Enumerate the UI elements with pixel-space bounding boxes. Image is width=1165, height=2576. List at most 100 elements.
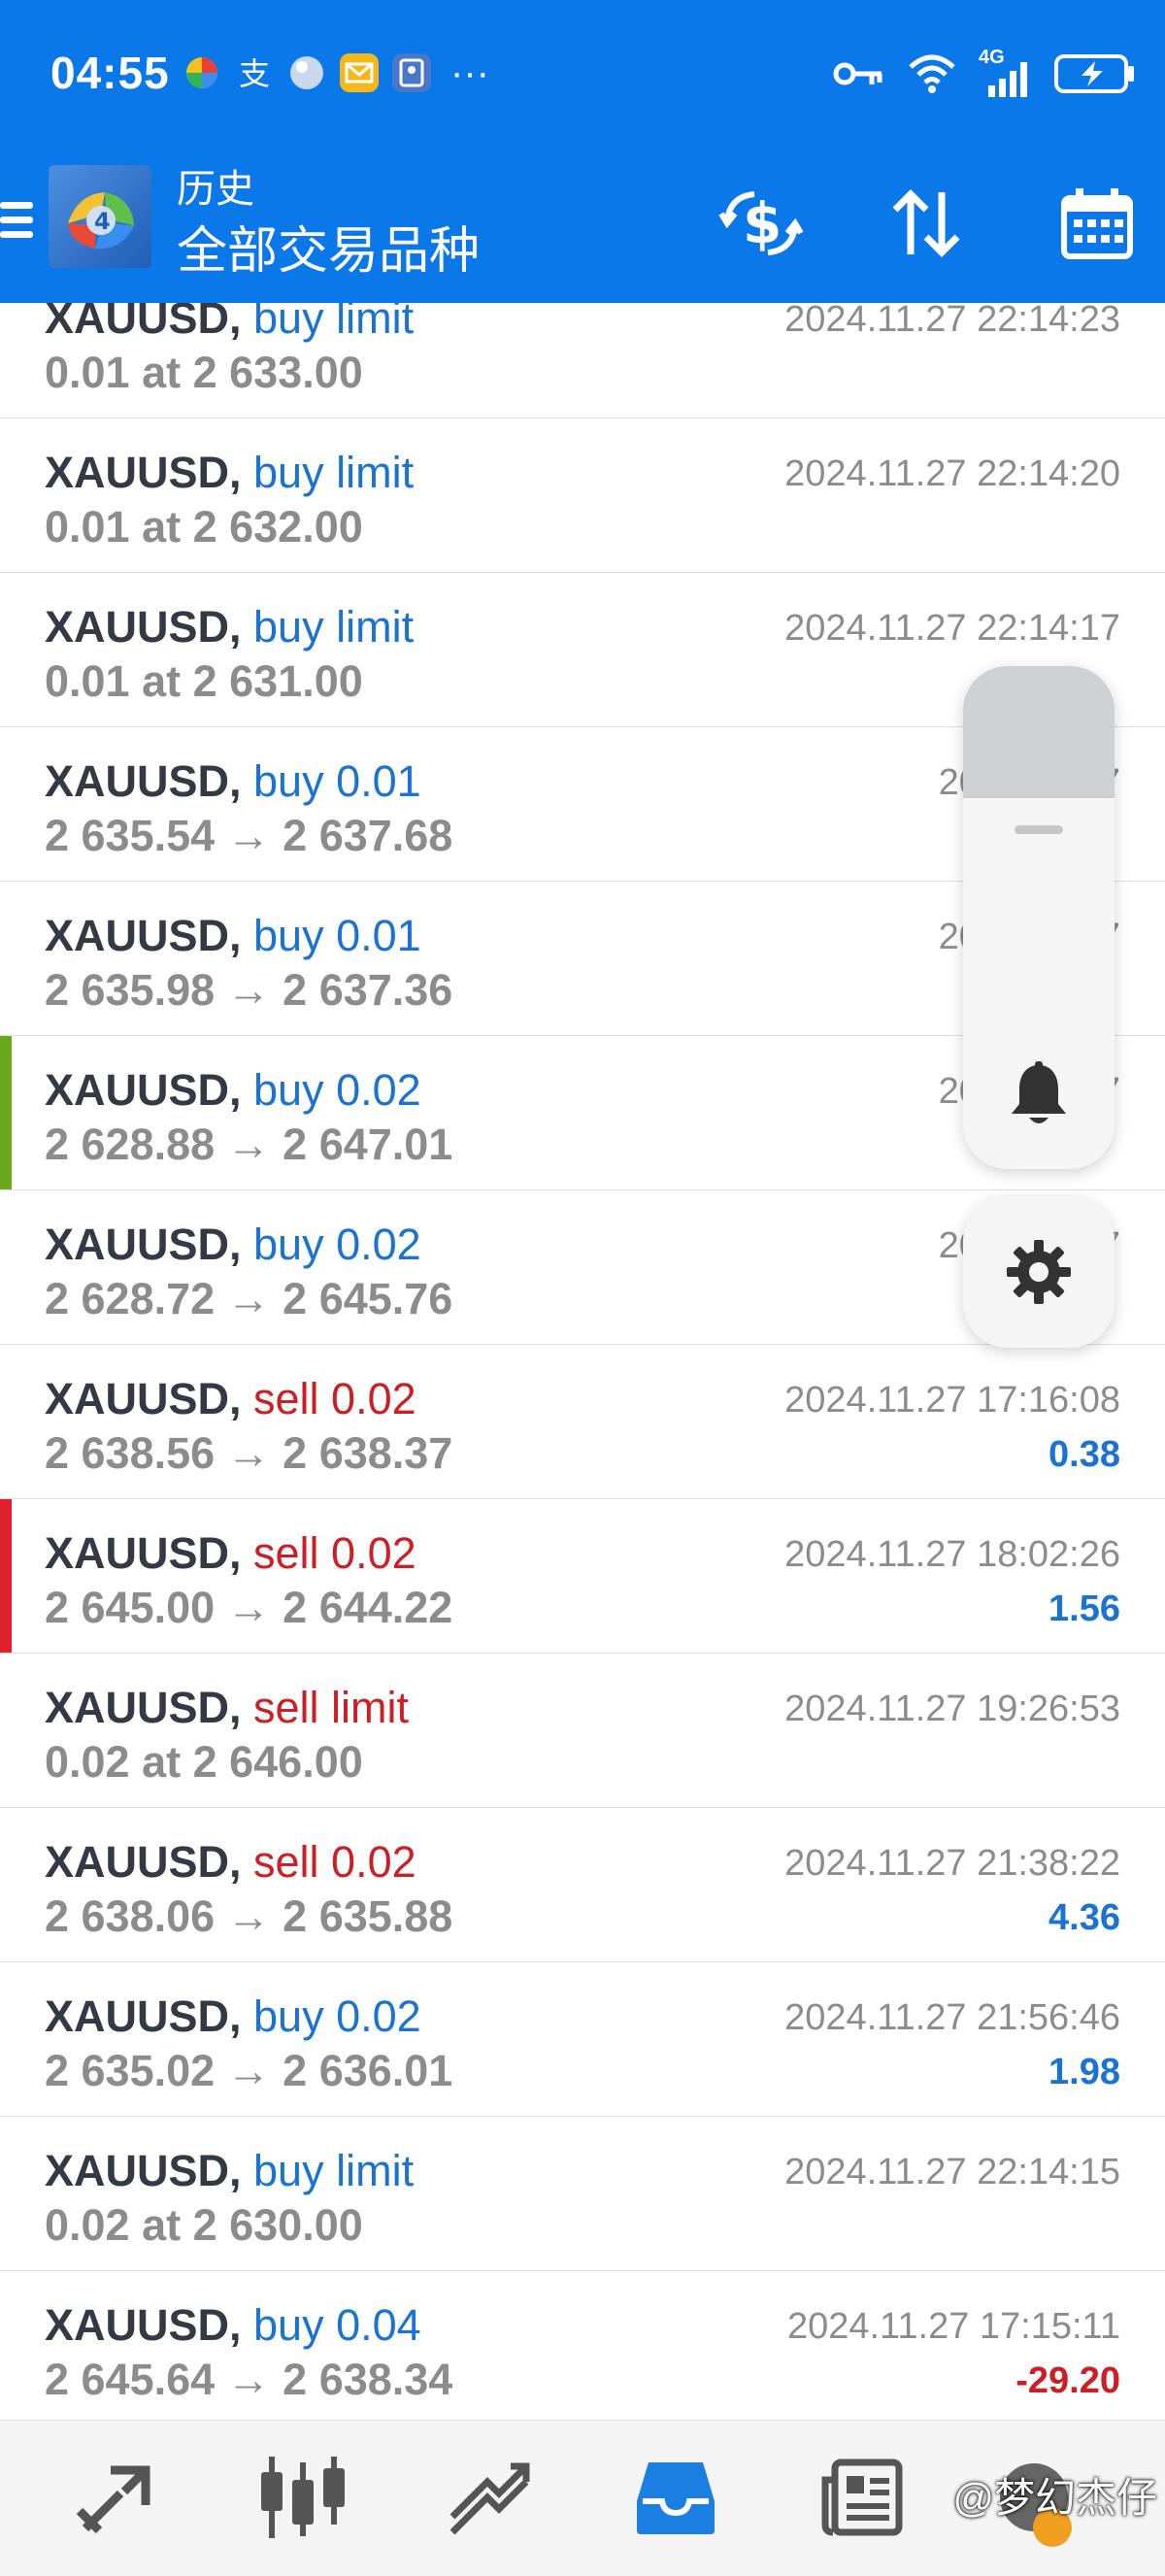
trade-type: buy limit	[241, 602, 415, 652]
calendar-icon[interactable]	[1048, 175, 1146, 272]
trade-time: 2024.11.27 22:14:23	[784, 303, 1120, 340]
trade-symbol: XAUUSD,	[45, 448, 242, 497]
trade-detail: 0.01 at 2 633.00	[45, 348, 363, 397]
trade-symbol: XAUUSD,	[45, 1991, 242, 2041]
trade-time: 2024.11.27 22:14:15	[784, 2152, 1120, 2192]
trade-title: XAUUSD, buy 0.02	[45, 1065, 421, 1116]
trade-detail: 2 638.56 → 2 638.37	[45, 1428, 453, 1478]
trade-title: XAUUSD, buy 0.01	[45, 911, 421, 961]
trade-title: XAUUSD, sell 0.02	[45, 1837, 416, 1888]
trade-row[interactable]: XAUUSD, sell 0.02 2 638.56 → 2 638.37 2024…	[0, 1345, 1165, 1500]
wifi-icon	[909, 54, 955, 93]
floating-panel[interactable]	[963, 666, 1115, 1169]
trade-row[interactable]: XAUUSD, sell limit 0.02 at 2 646.00 2024.1…	[0, 1654, 1165, 1809]
svg-text:$: $	[743, 190, 782, 256]
trade-symbol: XAUUSD,	[45, 602, 242, 652]
trade-title: XAUUSD, sell 0.02	[45, 1374, 416, 1424]
trade-symbol: XAUUSD,	[45, 303, 242, 343]
trade-profit: 1.56	[1048, 1589, 1120, 1629]
alipay-icon: 支	[235, 53, 274, 92]
trade-detail: 0.01 at 2 632.00	[45, 502, 363, 552]
svg-text:支: 支	[239, 55, 270, 92]
mail-app-icon	[340, 53, 379, 92]
id-card-app-icon	[392, 53, 431, 92]
trade-type: buy 0.01	[241, 911, 421, 960]
trade-profit: 1.98	[1048, 2052, 1120, 2092]
trade-title: XAUUSD, buy 0.04	[45, 2300, 421, 2351]
trade-detail: 2 628.72 → 2 645.76	[45, 1274, 453, 1323]
metatrader-logo: 4	[49, 165, 151, 268]
trade-detail: 2 635.54 → 2 637.68	[45, 811, 453, 860]
status-time: 04:55	[50, 48, 170, 98]
chart-icon[interactable]	[254, 2454, 351, 2541]
trade-time: 2024.11.27 22:14:20	[784, 453, 1120, 494]
trade-detail: 2 645.64 → 2 638.34	[45, 2355, 453, 2404]
more-notifications-icon: ···	[450, 50, 489, 94]
trade-row[interactable]: XAUUSD, buy limit 0.01 at 2 633.00 2024.11…	[0, 303, 1165, 419]
trade-row[interactable]: XAUUSD, sell 0.02 2 638.06 → 2 635.88 2024…	[0, 1808, 1165, 1963]
system-icons: 4G	[833, 45, 1136, 103]
trade-row[interactable]: XAUUSD, buy limit 0.02 at 2 630.00 2024.11…	[0, 2117, 1165, 2272]
trade-row[interactable]: XAUUSD, buy limit 0.01 at 2 632.00 2024.11…	[0, 418, 1165, 574]
watermark-text: @梦幻杰仔	[952, 2475, 1157, 2521]
trade-row[interactable]: XAUUSD, sell 0.02 2 645.00 → 2 644.22 2024…	[0, 1499, 1165, 1655]
trade-row[interactable]: XAUUSD, buy 0.04 2 645.64 → 2 638.34 2024.…	[0, 2271, 1165, 2420]
trade-symbol: XAUUSD,	[45, 756, 242, 806]
trade-profit: -29.20	[1015, 2360, 1120, 2401]
trade-type: sell 0.02	[241, 1374, 416, 1423]
trade-type: buy 0.02	[241, 1991, 421, 2041]
currency-exchange-icon[interactable]: $	[713, 175, 810, 272]
trade-type: buy 0.02	[241, 1220, 421, 1269]
quotes-icon[interactable]	[68, 2454, 165, 2541]
trade-title: XAUUSD, buy limit	[45, 602, 414, 652]
trade-detail: 2 635.02 → 2 636.01	[45, 2046, 453, 2095]
history-icon[interactable]	[627, 2454, 724, 2541]
trade-type: buy limit	[241, 448, 415, 497]
trade-title: XAUUSD, buy limit	[45, 303, 414, 344]
trade-detail: 2 628.88 → 2 647.01	[45, 1120, 453, 1169]
news-icon[interactable]	[814, 2454, 911, 2541]
page-title[interactable]: 全部交易品种	[177, 210, 480, 283]
trade-symbol: XAUUSD,	[45, 1374, 242, 1423]
trade-symbol: XAUUSD,	[45, 911, 242, 960]
row-status-marker	[0, 1499, 12, 1653]
gear-icon[interactable]	[963, 1196, 1115, 1348]
trade-title: XAUUSD, buy 0.02	[45, 1220, 421, 1270]
trade-title: XAUUSD, buy limit	[45, 2146, 414, 2196]
trade-row[interactable]: XAUUSD, buy 0.02 2 635.02 → 2 636.01 2024.…	[0, 1962, 1165, 2118]
row-status-marker	[0, 1036, 12, 1189]
trade-detail: 0.02 at 2 630.00	[45, 2200, 363, 2250]
trade-symbol: XAUUSD,	[45, 1065, 242, 1115]
trade-profit: 0.38	[1048, 1434, 1120, 1475]
trade-icon[interactable]	[441, 2454, 538, 2541]
trade-history-list[interactable]: XAUUSD, buy limit 0.01 at 2 633.00 2024.11…	[0, 303, 1165, 2420]
svg-text:4: 4	[94, 208, 111, 235]
trade-time: 2024.11.27 21:38:22	[784, 1843, 1120, 1884]
sort-icon[interactable]	[878, 175, 975, 272]
bell-icon[interactable]	[998, 1054, 1080, 1136]
trade-symbol: XAUUSD,	[45, 1683, 242, 1732]
notification-icons: 支 ···	[183, 49, 489, 97]
menu-icon[interactable]	[0, 194, 33, 252]
trade-time: 2024.11.27 21:56:46	[784, 1997, 1120, 2038]
trade-symbol: XAUUSD,	[45, 1220, 242, 1269]
trade-symbol: XAUUSD,	[45, 1528, 242, 1578]
drag-handle[interactable]	[1015, 825, 1063, 834]
trade-type: buy 0.02	[241, 1065, 421, 1115]
trade-type: sell limit	[241, 1683, 410, 1732]
trade-time: 2024.11.27 17:15:11	[786, 2306, 1120, 2347]
trade-symbol: XAUUSD,	[45, 1837, 242, 1887]
trade-type: buy limit	[241, 303, 415, 343]
trade-detail: 2 635.98 → 2 637.36	[45, 965, 453, 1015]
ball-app-icon	[287, 53, 326, 92]
page-subtitle: 历史	[177, 168, 254, 211]
trade-title: XAUUSD, buy limit	[45, 448, 414, 498]
signal-icon: 4G	[979, 47, 1033, 97]
battery-charging-icon	[1054, 54, 1134, 93]
trade-type: buy 0.04	[241, 2300, 421, 2350]
trade-symbol: XAUUSD,	[45, 2300, 242, 2350]
trade-type: sell 0.02	[241, 1528, 416, 1578]
trade-time: 2024.11.27 19:26:53	[784, 1689, 1120, 1729]
floating-panel-header[interactable]	[963, 666, 1115, 798]
trade-title: XAUUSD, sell limit	[45, 1683, 409, 1733]
